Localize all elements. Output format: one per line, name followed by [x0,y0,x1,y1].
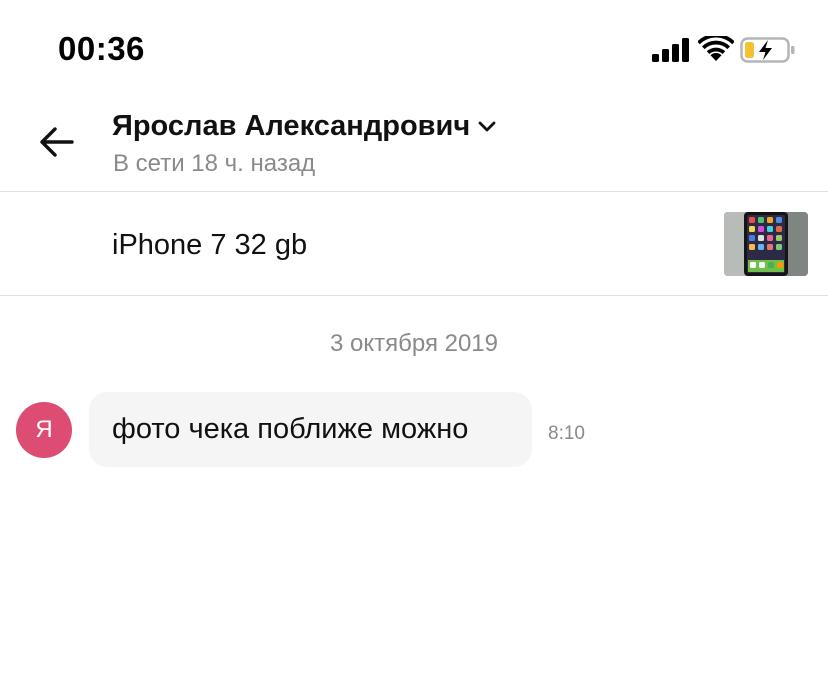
avatar[interactable]: Я [16,402,72,458]
listing-thumbnail[interactable] [724,212,808,276]
message-time: 8:10 [548,423,585,444]
arrow-left-icon [40,127,74,157]
contact-name: Ярослав Александрович [112,110,471,142]
chat-header: Ярослав Александрович В сети 18 ч. назад [0,96,828,192]
status-bar: 00:36 [0,0,828,96]
signal-bars-icon [652,38,689,62]
battery-charging-icon [740,37,795,63]
listing-banner[interactable]: iPhone 7 32 gb [0,192,828,296]
product-photo-thumbnail [724,212,808,276]
message-text: фото чека поближе можно [112,413,469,445]
listing-title: iPhone 7 32 gb [112,229,308,261]
date-separator: 3 октября 2019 [330,330,498,357]
contact-name-button[interactable]: Ярослав Александрович [112,110,496,143]
chevron-down-icon [478,121,496,131]
status-time: 00:36 [58,30,145,67]
message-row: Я фото чека поближе можно 8:10 [0,392,828,468]
wifi-icon [698,36,734,61]
contact-online-status: В сети 18 ч. назад [113,150,316,177]
message-bubble[interactable]: фото чека поближе можно [89,392,532,467]
back-button[interactable] [30,118,82,166]
